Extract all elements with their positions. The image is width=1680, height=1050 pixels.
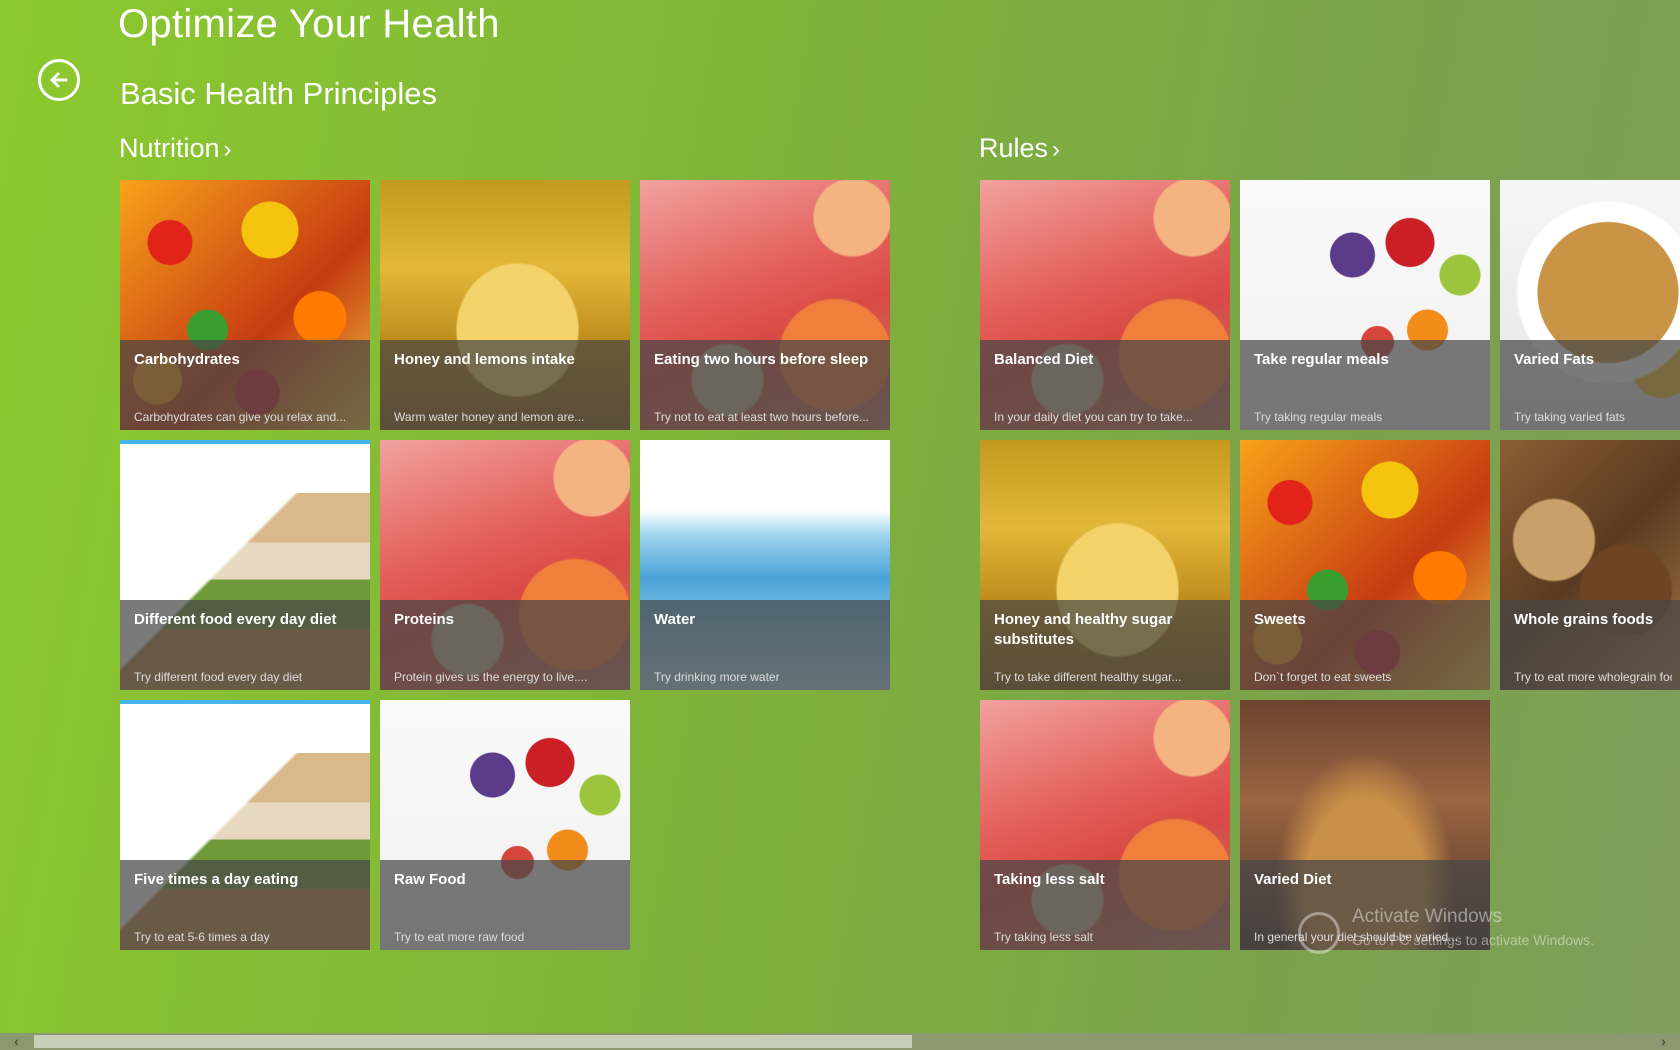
tile-less-salt[interactable]: Taking less salt Try taking less salt: [980, 700, 1230, 950]
tile-whole-grains[interactable]: Whole grains foods Try to eat more wholeg…: [1500, 440, 1680, 690]
tile-subtitle: Carbohydrates can give you relax and...: [134, 410, 347, 424]
tile-title: Raw Food: [394, 871, 466, 888]
tile-subtitle: Try not to eat at least two hours before…: [654, 410, 869, 424]
tile-sweets[interactable]: Sweets Don`t forget to eat sweets: [1240, 440, 1490, 690]
group-header-label: Nutrition: [119, 133, 220, 163]
tile-subtitle: Try taking varied fats: [1514, 410, 1625, 424]
group-header-nutrition[interactable]: Nutrition ›: [119, 133, 232, 164]
watermark-subtitle: Go to PC settings to activate Windows.: [1352, 932, 1594, 948]
group-header-rules[interactable]: Rules ›: [979, 133, 1060, 164]
tile-subtitle: Try to take different healthy sugar...: [994, 670, 1182, 684]
app-title: Optimize Your Health: [118, 2, 500, 46]
chevron-right-icon: ›: [223, 136, 232, 163]
horizontal-scrollbar[interactable]: ‹ ›: [0, 1033, 1680, 1050]
tile-honey-lemons[interactable]: Honey and lemons intake Warm water honey …: [380, 180, 630, 430]
tile-title: Carbohydrates: [134, 351, 240, 368]
tile-title: Varied Diet: [1254, 871, 1332, 888]
tile-honey-sugar[interactable]: Honey and healthy sugar substitutes Try t…: [980, 440, 1230, 690]
tile-subtitle: Don`t forget to eat sweets: [1254, 670, 1392, 684]
tile-title: Five times a day eating: [134, 871, 299, 888]
back-arrow-icon: [50, 72, 68, 88]
tile-title: Proteins: [394, 611, 455, 628]
tile-varied-fats[interactable]: Varied Fats Try taking varied fats: [1500, 180, 1680, 430]
scroll-right-arrow-icon[interactable]: ›: [1655, 1033, 1672, 1050]
tile-eating-before-sleep[interactable]: Eating two hours before sleep Try not to …: [640, 180, 890, 430]
tile-different-food[interactable]: Different food every day diet Try differe…: [120, 440, 370, 690]
tile-subtitle: Try taking regular meals: [1254, 410, 1383, 424]
tile-subtitle: Protein gives us the energy to live....: [394, 670, 588, 684]
tile-title: Take regular meals: [1254, 351, 1389, 368]
tile-regular-meals[interactable]: Take regular meals Try taking regular mea…: [1240, 180, 1490, 430]
tile-subtitle: Try to eat more raw food: [394, 930, 525, 944]
key-icon: [1298, 912, 1340, 954]
tile-title: Sweets: [1254, 611, 1306, 628]
tile-proteins[interactable]: Proteins Protein gives us the energy to l…: [380, 440, 630, 690]
tile-title: Taking less salt: [994, 871, 1105, 888]
tile-subtitle: Try to eat 5-6 times a day: [134, 930, 270, 944]
scroll-left-arrow-icon[interactable]: ‹: [8, 1033, 25, 1050]
tile-title: Honey and lemons intake: [394, 351, 575, 368]
tile-title: Different food every day diet: [134, 611, 337, 628]
back-button[interactable]: [38, 59, 80, 101]
group-header-label: Rules: [979, 133, 1049, 163]
tile-subtitle: Try to eat more wholegrain foods: [1514, 670, 1672, 684]
tile-subtitle: Try drinking more water: [654, 670, 780, 684]
tile-balanced-diet[interactable]: Balanced Diet In your daily diet you can …: [980, 180, 1230, 430]
tile-title: Water: [654, 611, 696, 628]
tile-title: Eating two hours before sleep: [654, 351, 869, 368]
tile-title: Varied Fats: [1514, 351, 1595, 368]
tile-five-times[interactable]: Five times a day eating Try to eat 5-6 ti…: [120, 700, 370, 950]
tile-subtitle: Try taking less salt: [994, 930, 1093, 944]
chevron-right-icon: ›: [1052, 136, 1061, 163]
tile-title: Whole grains foods: [1514, 611, 1654, 628]
watermark-title: Activate Windows: [1352, 906, 1502, 927]
tile-subtitle: Try different food every day diet: [134, 670, 303, 684]
tile-water[interactable]: Water Try drinking more water: [640, 440, 890, 690]
tile-subtitle: Warm water honey and lemon are...: [394, 410, 585, 424]
tile-title: Balanced Diet: [994, 351, 1094, 368]
page-title: Basic Health Principles: [120, 76, 438, 111]
tile-carbohydrates[interactable]: Carbohydrates Carbohydrates can give you …: [120, 180, 370, 430]
tile-subtitle: In your daily diet you can try to take..…: [994, 410, 1193, 424]
scroll-thumb[interactable]: [34, 1035, 912, 1048]
tile-title: Honey and healthy sugar substitutes: [994, 611, 1173, 648]
tile-raw-food[interactable]: Raw Food Try to eat more raw food: [380, 700, 630, 950]
